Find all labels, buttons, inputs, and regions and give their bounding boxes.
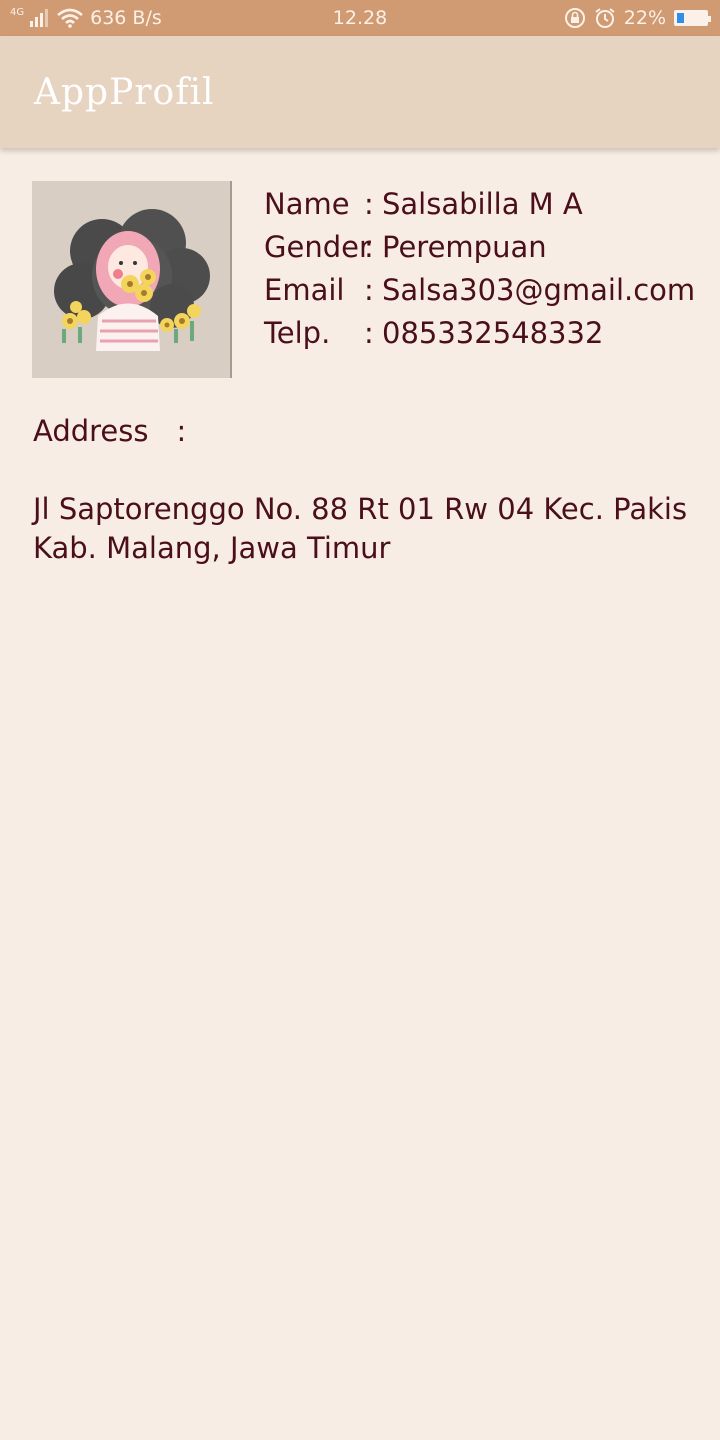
email-label: Email	[264, 273, 345, 307]
gender-row: Gender : Perempuan	[264, 226, 695, 269]
app-title: AppProfil	[34, 72, 215, 113]
gender-label: Gender	[264, 230, 371, 264]
profile-info: Name : Salsabilla M A Gender : Perempuan…	[264, 183, 695, 355]
name-row: Name : Salsabilla M A	[264, 183, 695, 226]
network-speed: 636 B/s	[90, 7, 162, 29]
name-value: Salsabilla M A	[382, 187, 583, 221]
email-value: Salsa303@gmail.com	[382, 273, 696, 307]
network-type: 4G	[10, 7, 25, 18]
phone-row: Telp. : 085332548332	[264, 312, 695, 355]
battery-percent: 22%	[623, 7, 666, 29]
signal-icon	[30, 9, 49, 27]
email-separator: :	[364, 273, 374, 307]
phone-separator: :	[364, 316, 374, 350]
phone-value: 085332548332	[382, 316, 604, 350]
status-bar: 4G 636 B/s 12.28 22%	[0, 0, 720, 36]
wifi-icon	[57, 8, 83, 28]
battery-level	[677, 13, 684, 23]
battery-icon	[674, 10, 711, 26]
app-bar: AppProfil	[0, 36, 720, 148]
alarm-icon	[595, 8, 615, 28]
profile-avatar	[32, 181, 232, 378]
address-label-row: Address:	[33, 414, 186, 448]
phone-label: Telp.	[264, 316, 331, 350]
email-row: Email : Salsa303@gmail.com	[264, 269, 695, 312]
avatar-illustration	[32, 181, 230, 378]
address-separator: :	[176, 414, 187, 448]
address-value: Jl Saptorenggo No. 88 Rt 01 Rw 04 Kec. P…	[33, 492, 688, 565]
name-separator: :	[364, 187, 374, 221]
status-left: 4G 636 B/s	[10, 0, 162, 36]
address-label: Address	[33, 414, 149, 448]
rotation-lock-icon	[564, 8, 585, 28]
status-right: 22%	[564, 0, 711, 36]
name-label: Name	[264, 187, 350, 221]
gender-value: Perempuan	[382, 230, 547, 264]
gender-separator: :	[364, 230, 374, 264]
